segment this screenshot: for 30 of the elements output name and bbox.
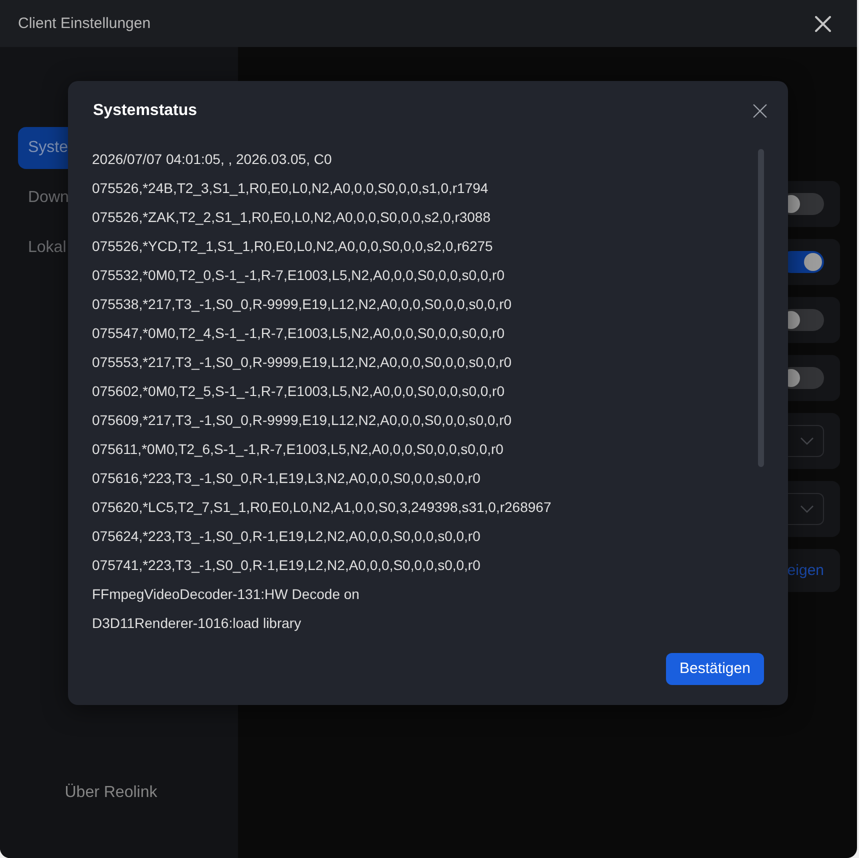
- log-line: 075620,*LC5,T2_7,S1_1,R0,E0,L0,N2,A1,0,0,S0,3,249398,s31,0,r268967: [92, 498, 552, 517]
- log-line: 075616,*223,T3_-1,S0_0,R-1,E19,L3,N2,A0,0,0,S0,0,0,s0,0,r0: [92, 469, 482, 488]
- log-line: 075532,*0M0,T2_0,S-1_-1,R-7,E1003,L5,N2,A0,0,0,S0,0,0,s0,0,r0: [92, 266, 506, 285]
- window-title: Client Einstellungen: [18, 14, 151, 34]
- log-line: 075609,*217,T3_-1,S0_0,R-9999,E19,L12,N2,A0,0,0,S0,0,0,s0,0,r0: [92, 411, 513, 430]
- log-line: 075526,*YCD,T2_1,S1_1,R0,E0,L0,N2,A0,0,0,S0,0,0,s2,0,r6275: [92, 237, 494, 256]
- about-link[interactable]: Über Reolink: [64, 783, 158, 803]
- log-line: 2026/07/07 04:01:05, , 2026.03.05, C0: [92, 150, 333, 169]
- sidebar-item[interactable]: Syste: [18, 127, 68, 169]
- confirm-button[interactable]: Bestätigen: [666, 653, 764, 685]
- log-line: 075526,*24B,T2_3,S1_1,R0,E0,L0,N2,A0,0,0,S0,0,0,s1,0,r1794: [92, 179, 490, 198]
- log-line: 075611,*0M0,T2_6,S-1_-1,R-7,E1003,L5,N2,A0,0,0,S0,0,0,s0,0,r0: [92, 440, 504, 459]
- close-icon[interactable]: [815, 16, 831, 32]
- log-line: 075553,*217,T3_-1,S0_0,R-9999,E19,L12,N2,A0,0,0,S0,0,0,s0,0,r0: [92, 353, 513, 372]
- sidebar-item[interactable]: Lokal: [18, 227, 68, 269]
- log-line: 075526,*ZAK,T2_2,S1_1,R0,E0,L0,N2,A0,0,0,S0,0,0,s2,0,r3088: [92, 208, 492, 227]
- log-line: 075741,*223,T3_-1,S0_0,R-1,E19,L2,N2,A0,0,0,S0,0,0,s0,0,r0: [92, 556, 482, 575]
- close-icon[interactable]: [753, 104, 767, 118]
- log-line: 075538,*217,T3_-1,S0_0,R-9999,E19,L12,N2,A0,0,0,S0,0,0,s0,0,r0: [92, 295, 513, 314]
- dialog-title: Systemstatus: [93, 101, 198, 121]
- scrollbar[interactable]: [758, 149, 764, 467]
- log-line: 075547,*0M0,T2_4,S-1_-1,R-7,E1003,L5,N2,A0,0,0,S0,0,0,s0,0,r0: [92, 324, 506, 343]
- chevron-down-icon: [800, 505, 814, 513]
- sidebar-item[interactable]: Down: [18, 177, 68, 219]
- log-line: FFmpegVideoDecoder-131:HW Decode on: [92, 585, 360, 604]
- link[interactable]: eigen: [787, 560, 824, 580]
- log-line: 075624,*223,T3_-1,S0_0,R-1,E19,L2,N2,A0,0,0,S0,0,0,s0,0,r0: [92, 527, 482, 546]
- log-line: D3D11Renderer-1016:load library: [92, 614, 302, 633]
- chevron-down-icon: [800, 437, 814, 445]
- log-line: 075602,*0M0,T2_5,S-1_-1,R-7,E1003,L5,N2,A0,0,0,S0,0,0,s0,0,r0: [92, 382, 506, 401]
